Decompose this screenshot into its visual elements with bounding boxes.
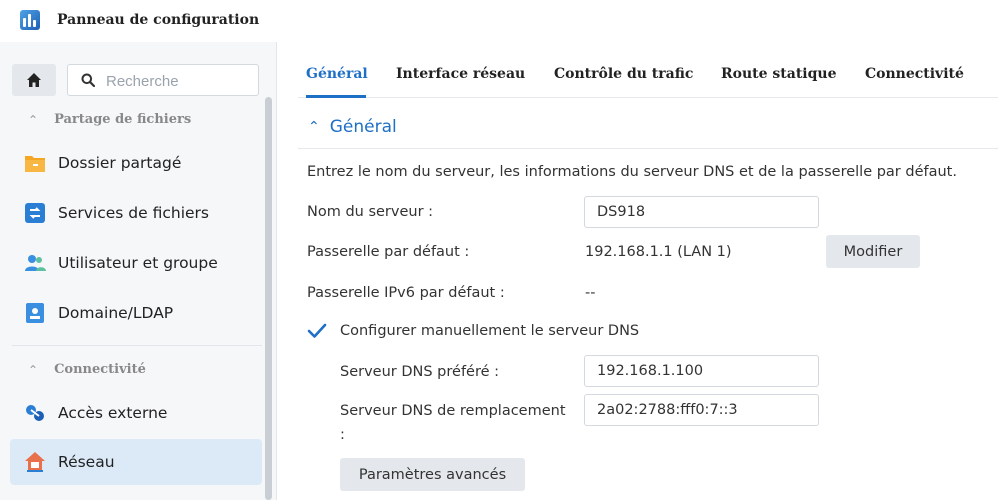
window-title: Panneau de configuration: [57, 12, 260, 28]
main-panel: Général Interface réseau Contrôle du tra…: [278, 42, 1000, 500]
sidebar-item-label: Accès externe: [58, 404, 168, 422]
network-home-icon: [24, 451, 46, 473]
server-name-input[interactable]: [584, 196, 819, 228]
preferred-dns-input[interactable]: [584, 355, 819, 387]
sidebar-item-label: Réseau: [58, 453, 115, 471]
sidebar-item-domain-ldap[interactable]: Domaine/LDAP: [10, 290, 262, 336]
ipv6-gateway-value: --: [585, 285, 596, 301]
preferred-dns-label: Serveur DNS préféré :: [340, 364, 500, 380]
active-tab-indicator: [306, 95, 366, 98]
external-access-icon: [24, 402, 46, 424]
description-text: Entrez le nom du serveur, les informatio…: [307, 164, 957, 180]
manual-dns-label[interactable]: Configurer manuellement le serveur DNS: [340, 323, 639, 339]
general-section-header[interactable]: ⌃ Général: [308, 117, 397, 137]
ipv6-gateway-label: Passerelle IPv6 par défaut :: [307, 285, 505, 301]
chevron-up-icon: ⌃: [308, 119, 320, 135]
sidebar-item-external-access[interactable]: Accès externe: [10, 390, 262, 436]
section-header-file-sharing[interactable]: ⌃ Partage de fichiers: [28, 112, 191, 127]
search-icon: [81, 73, 95, 87]
alternate-dns-input[interactable]: [584, 394, 819, 426]
sidebar-item-network[interactable]: Réseau: [10, 439, 262, 485]
sidebar-scrollbar[interactable]: [265, 97, 272, 500]
divider: [298, 148, 998, 149]
checkmark-icon: [307, 323, 327, 338]
divider: [12, 345, 262, 346]
alternate-dns-label: Serveur DNS de remplacement: [340, 403, 566, 419]
alternate-dns-label-suffix: :: [340, 427, 345, 443]
tab-network-interface[interactable]: Interface réseau: [396, 66, 525, 82]
tab-bar: Général Interface réseau Contrôle du tra…: [298, 42, 998, 98]
folder-icon: [24, 152, 46, 174]
sidebar-item-label: Domaine/LDAP: [58, 304, 174, 322]
section-header-connectivity[interactable]: ⌃ Connectivité: [28, 362, 146, 377]
sidebar-item-label: Dossier partagé: [58, 154, 182, 172]
home-icon: [27, 73, 41, 87]
sidebar-item-label: Services de fichiers: [58, 204, 209, 222]
section-title: Général: [329, 117, 397, 137]
tab-static-route[interactable]: Route statique: [721, 66, 836, 82]
gateway-label: Passerelle par défaut :: [307, 244, 470, 260]
tab-traffic-control[interactable]: Contrôle du trafic: [554, 66, 693, 82]
sidebar-item-label: Utilisateur et groupe: [58, 254, 218, 272]
home-button[interactable]: [12, 64, 56, 96]
section-title: Partage de fichiers: [54, 112, 192, 127]
file-services-icon: [24, 202, 46, 224]
search-input[interactable]: [106, 71, 254, 91]
server-name-label: Nom du serveur :: [307, 204, 434, 220]
advanced-settings-button[interactable]: Paramètres avancés: [340, 458, 525, 491]
title-bar: Panneau de configuration: [0, 0, 1000, 42]
manual-dns-checkbox[interactable]: [307, 321, 327, 341]
section-title: Connectivité: [54, 362, 146, 377]
users-icon: [24, 252, 46, 274]
chevron-up-icon: ⌃: [28, 362, 39, 377]
modify-button[interactable]: Modifier: [826, 235, 920, 268]
gateway-value: 192.168.1.1 (LAN 1): [585, 244, 732, 260]
tab-general[interactable]: Général: [306, 66, 368, 82]
tab-connectivity[interactable]: Connectivité: [865, 66, 964, 82]
search-box[interactable]: [67, 64, 259, 96]
chevron-up-icon: ⌃: [28, 112, 39, 127]
sidebar-item-shared-folder[interactable]: Dossier partagé: [10, 140, 262, 186]
sidebar-item-file-services[interactable]: Services de fichiers: [10, 190, 262, 236]
sidebar: ⌃ Partage de fichiers Dossier partagé Se…: [0, 42, 277, 500]
control-panel-icon: [20, 10, 40, 30]
domain-icon: [24, 302, 46, 324]
sidebar-item-users-groups[interactable]: Utilisateur et groupe: [10, 240, 262, 286]
